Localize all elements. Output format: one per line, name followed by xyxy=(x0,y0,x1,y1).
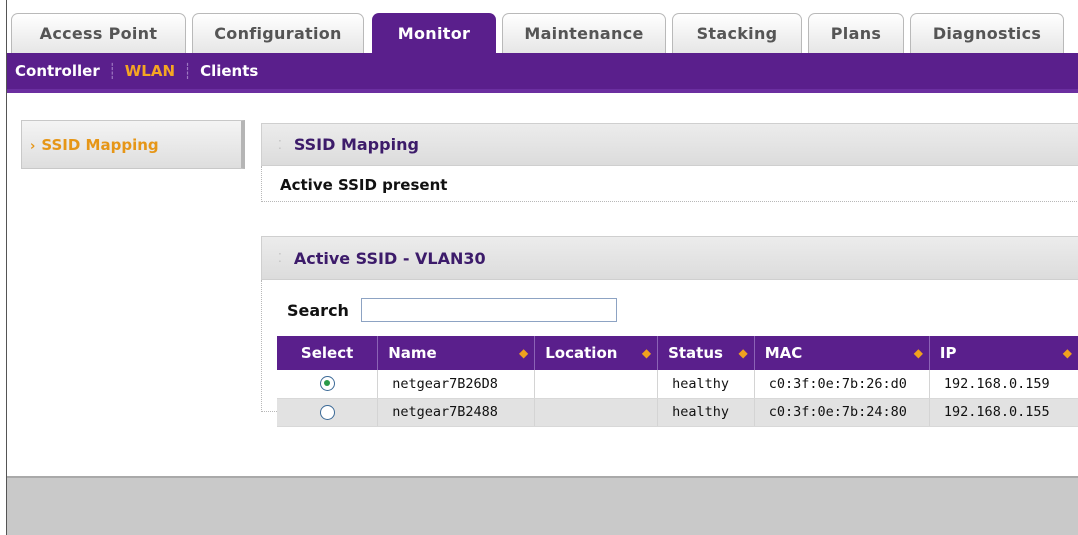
app-frame: Access Point Configuration Monitor Maint… xyxy=(6,0,1078,535)
active-ssid-panel-header: ⁚ Active SSID - VLAN30 xyxy=(261,236,1078,280)
sort-arrows-icon[interactable]: ◆ xyxy=(739,346,748,360)
ssid-table: Select Name ◆ Location ◆ Status ◆ MAC ◆ xyxy=(277,336,1078,427)
table-row: netgear7B2488 healthy c0:3f:0e:7b:24:80 … xyxy=(277,398,1078,427)
cell-ip: 192.168.0.159 xyxy=(929,370,1078,399)
table-header-row: Select Name ◆ Location ◆ Status ◆ MAC ◆ xyxy=(277,336,1078,370)
select-cell xyxy=(277,398,379,427)
tab-diagnostics[interactable]: Diagnostics xyxy=(910,13,1064,53)
search-label: Search xyxy=(287,300,349,320)
ssid-mapping-panel-header: ⁚ SSID Mapping xyxy=(261,123,1078,166)
sort-arrows-icon[interactable]: ◆ xyxy=(914,346,923,360)
sub-navigation: Controller ┊ WLAN ┊ Clients xyxy=(7,53,1078,93)
tab-configuration[interactable]: Configuration xyxy=(192,13,364,53)
table-row: netgear7B26D8 healthy c0:3f:0e:7b:26:d0 … xyxy=(277,370,1078,399)
radio-button-icon[interactable] xyxy=(319,376,335,392)
tab-plans[interactable]: Plans xyxy=(808,13,904,53)
column-label: IP xyxy=(939,344,957,362)
select-cell xyxy=(277,370,379,399)
cell-name: netgear7B2488 xyxy=(377,398,536,427)
column-header-status[interactable]: Status ◆ xyxy=(657,336,755,370)
cell-status: healthy xyxy=(657,398,755,427)
column-label: Status xyxy=(668,344,723,362)
status-message: Active SSID present xyxy=(280,176,448,194)
subnav-separator: ┊ xyxy=(183,62,193,80)
subnav-item-controller[interactable]: Controller xyxy=(15,62,100,80)
column-header-location[interactable]: Location ◆ xyxy=(534,336,659,370)
subnav-separator: ┊ xyxy=(107,62,117,80)
sort-arrows-icon[interactable]: ◆ xyxy=(519,346,528,360)
column-header-name[interactable]: Name ◆ xyxy=(377,336,536,370)
chevron-right-icon: › xyxy=(30,139,36,154)
cell-location xyxy=(534,370,659,399)
search-input[interactable] xyxy=(360,298,617,322)
cell-ip: 192.168.0.155 xyxy=(929,398,1078,427)
column-label: Location xyxy=(545,344,618,362)
drag-handle-icon: ⁚ xyxy=(278,251,282,265)
tab-stacking[interactable]: Stacking xyxy=(672,13,802,53)
cell-name: netgear7B26D8 xyxy=(377,370,536,399)
sort-arrows-icon[interactable]: ◆ xyxy=(642,346,651,360)
tab-access-point[interactable]: Access Point xyxy=(11,13,186,53)
footer-bar xyxy=(7,476,1078,535)
tab-monitor[interactable]: Monitor xyxy=(372,13,496,53)
drag-handle-icon: ⁚ xyxy=(278,137,282,152)
search-row: Search xyxy=(287,298,617,322)
column-header-select: Select xyxy=(277,336,379,370)
sidebar-item-ssid-mapping[interactable]: › SSID Mapping xyxy=(21,120,245,169)
column-label: Name xyxy=(388,344,437,362)
subnav-item-clients[interactable]: Clients xyxy=(200,62,258,80)
sort-arrows-icon[interactable]: ◆ xyxy=(1063,346,1072,360)
ssid-mapping-panel-body: Active SSID present xyxy=(261,166,1078,202)
cell-location xyxy=(534,398,659,427)
panel-title: Active SSID - VLAN30 xyxy=(293,248,486,268)
column-header-mac[interactable]: MAC ◆ xyxy=(754,336,930,370)
tab-maintenance[interactable]: Maintenance xyxy=(502,13,666,53)
column-label: MAC xyxy=(764,344,803,362)
column-header-ip[interactable]: IP ◆ xyxy=(929,336,1078,370)
panel-title: SSID Mapping xyxy=(293,135,419,154)
cell-status: healthy xyxy=(657,370,755,399)
main-tab-bar: Access Point Configuration Monitor Maint… xyxy=(7,0,1078,53)
cell-mac: c0:3f:0e:7b:26:d0 xyxy=(754,370,930,399)
subnav-item-wlan[interactable]: WLAN xyxy=(125,62,175,80)
cell-mac: c0:3f:0e:7b:24:80 xyxy=(754,398,930,427)
sidebar-item-label: SSID Mapping xyxy=(41,135,159,154)
radio-button-icon[interactable] xyxy=(319,404,335,420)
